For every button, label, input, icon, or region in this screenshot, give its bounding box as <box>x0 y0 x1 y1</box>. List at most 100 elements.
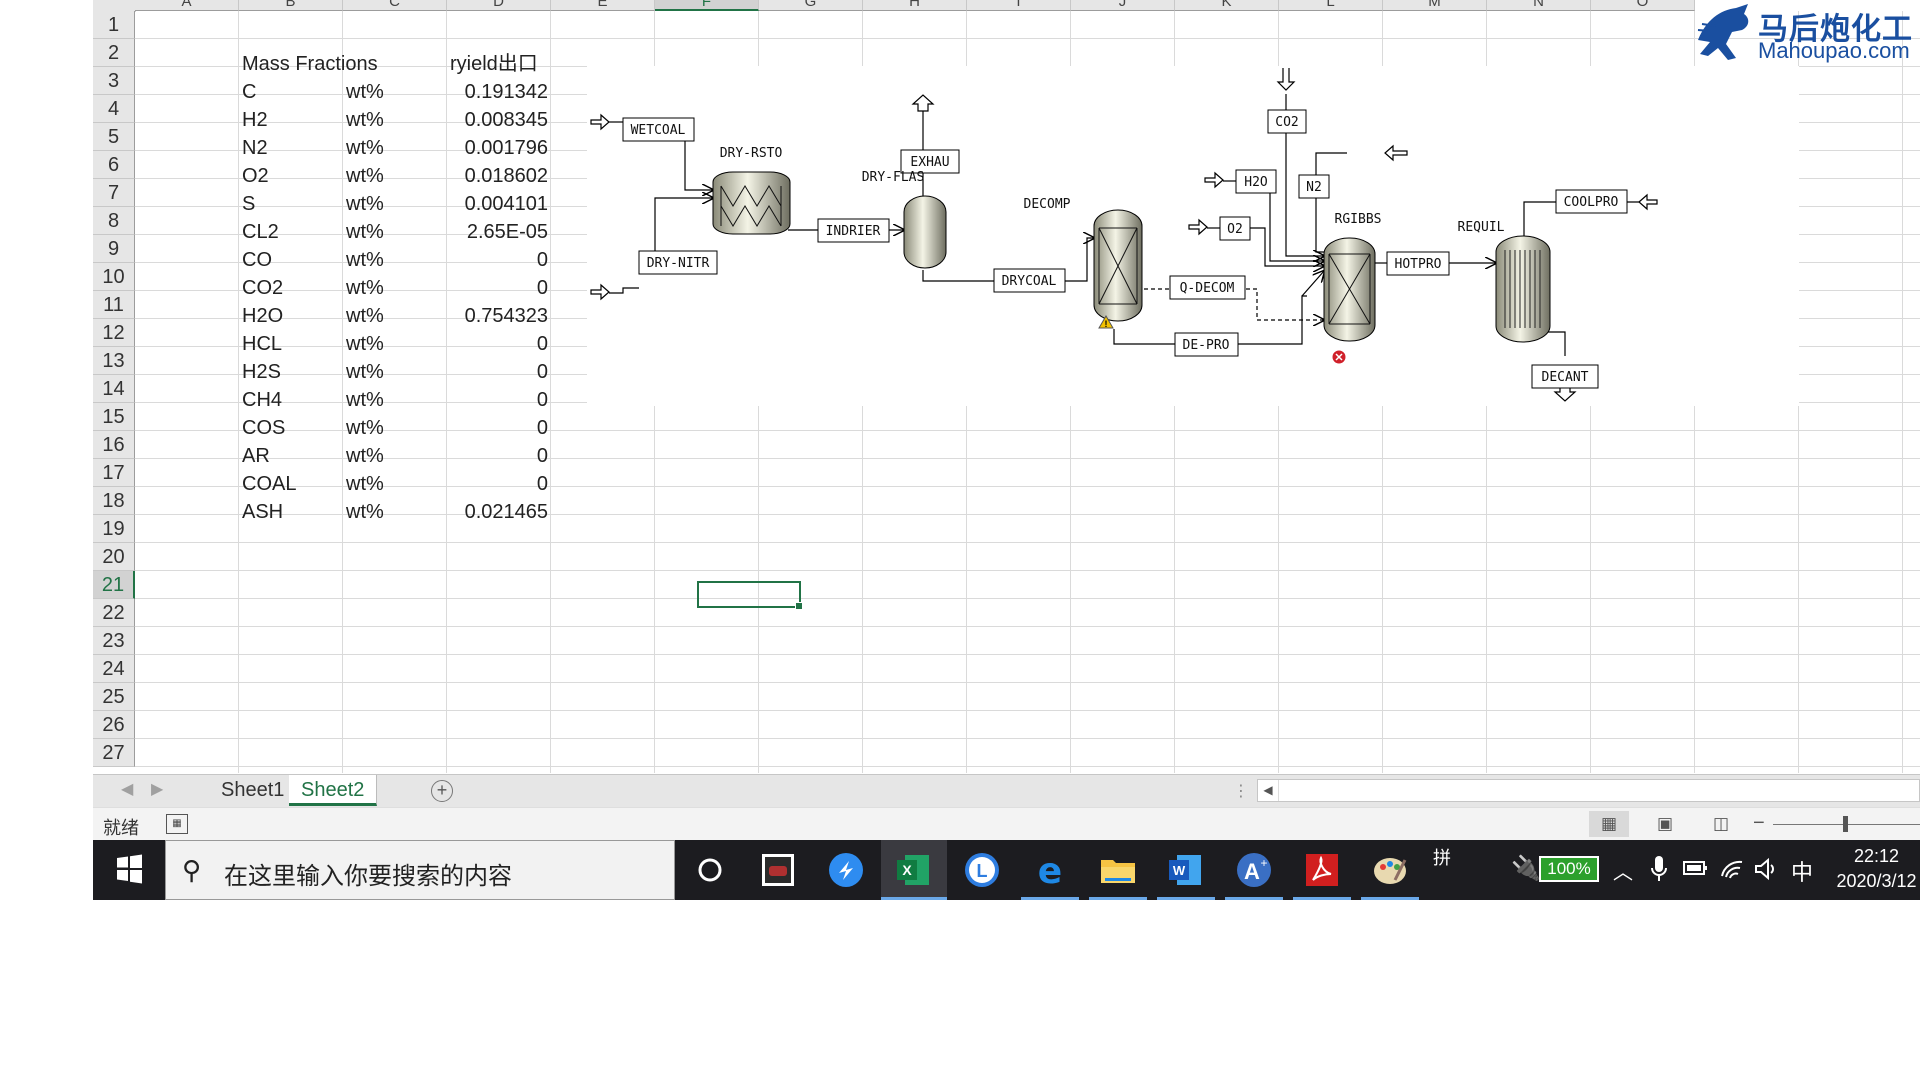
row-header-15[interactable]: 15 <box>93 403 135 431</box>
row-header-24[interactable]: 24 <box>93 655 135 683</box>
unit-cell[interactable]: wt% <box>346 106 446 134</box>
row-header-17[interactable]: 17 <box>93 459 135 487</box>
row-header-7[interactable]: 7 <box>93 179 135 207</box>
block-decomp[interactable]: DECOMP ! <box>1024 197 1143 329</box>
mass-fraction-value-cell[interactable]: 2.65E-05 <box>450 218 548 246</box>
worksheet[interactable]: ABCDEFGHIJKLMNO 1 2 3 4 5 6 7 8 9 10 11 12 13 14 15 16 1… <box>93 0 1920 773</box>
normal-view-icon[interactable]: ▦ <box>1589 811 1629 837</box>
column-header-i[interactable]: I <box>967 0 1071 11</box>
row-header-14[interactable]: 14 <box>93 375 135 403</box>
active-cell-f21[interactable] <box>697 581 803 610</box>
acrobat-icon[interactable] <box>1289 840 1355 900</box>
unit-cell[interactable]: wt% <box>346 414 446 442</box>
taskbar-clock[interactable]: 22:12 2020/3/12 <box>1833 844 1920 894</box>
mass-fraction-value-cell[interactable]: 0.001796 <box>450 134 548 162</box>
component-cell[interactable]: S <box>242 190 342 218</box>
column-header-k[interactable]: K <box>1175 0 1279 11</box>
component-cell[interactable]: H2S <box>242 358 342 386</box>
prev-sheet-icon[interactable]: ◀ <box>121 779 133 799</box>
taskbar-search-box[interactable]: ⚲ 在这里输入你要搜索的内容 <box>165 840 675 900</box>
row-header-12[interactable]: 12 <box>93 319 135 347</box>
row-header-11[interactable]: 11 <box>93 291 135 319</box>
cortana-icon[interactable] <box>677 840 743 900</box>
chevron-up-icon[interactable]: ︿ <box>1613 856 1633 900</box>
row-header-22[interactable]: 22 <box>93 599 135 627</box>
edge-icon[interactable]: e <box>1017 840 1083 900</box>
column-header-o[interactable]: O <box>1591 0 1695 11</box>
mass-fraction-value-cell[interactable]: 0 <box>450 414 548 442</box>
column-header-n[interactable]: N <box>1487 0 1591 11</box>
zoom-out-icon[interactable]: − <box>1753 812 1765 835</box>
row-header-3[interactable]: 3 <box>93 67 135 95</box>
power-plug-icon[interactable]: 🔌 <box>1511 854 1541 900</box>
column-header-e[interactable]: E <box>551 0 655 11</box>
component-cell[interactable]: H2O <box>242 302 342 330</box>
row-header-2[interactable]: 2 <box>93 39 135 67</box>
block-dry-rsto[interactable]: DRY-RSTO <box>712 146 791 235</box>
mass-fraction-value-cell[interactable]: 0.008345 <box>450 106 548 134</box>
column-header-j[interactable]: J <box>1071 0 1175 11</box>
block-requil[interactable]: REQUIL <box>1458 220 1551 343</box>
unit-cell[interactable]: wt% <box>346 274 446 302</box>
unit-cell[interactable]: wt% <box>346 78 446 106</box>
row-header-19[interactable]: 19 <box>93 515 135 543</box>
component-cell[interactable]: O2 <box>242 162 342 190</box>
component-cell[interactable]: CH4 <box>242 386 342 414</box>
mass-fraction-value-cell[interactable]: 0.191342 <box>450 78 548 106</box>
component-cell[interactable]: AR <box>242 442 342 470</box>
unit-cell[interactable]: wt% <box>346 162 446 190</box>
row-header-4[interactable]: 4 <box>93 95 135 123</box>
row-header-8[interactable]: 8 <box>93 207 135 235</box>
wifi-icon[interactable] <box>1719 856 1745 900</box>
unit-cell[interactable]: wt% <box>346 218 446 246</box>
column-header-l[interactable]: L <box>1279 0 1383 11</box>
page-break-preview-icon[interactable]: ◫ <box>1701 811 1741 837</box>
next-sheet-icon[interactable]: ▶ <box>151 779 163 799</box>
battery-icon[interactable] <box>1683 858 1709 900</box>
mass-fraction-value-cell[interactable]: 0 <box>450 470 548 498</box>
unit-cell[interactable]: wt% <box>346 302 446 330</box>
component-cell[interactable]: N2 <box>242 134 342 162</box>
component-cell[interactable]: CL2 <box>242 218 342 246</box>
feishu-icon[interactable] <box>813 840 879 900</box>
unit-cell[interactable]: wt% <box>346 386 446 414</box>
mass-fraction-value-cell[interactable]: 0.754323 <box>450 302 548 330</box>
windows-start-icon[interactable] <box>93 840 165 900</box>
column-header-f[interactable]: F <box>655 0 759 11</box>
row-header-1[interactable]: 1 <box>93 11 135 39</box>
zoom-slider-knob[interactable] <box>1843 816 1848 832</box>
column-header-d[interactable]: D <box>447 0 551 11</box>
aspen-plus-icon[interactable]: A + <box>1221 840 1287 900</box>
aspen-flowsheet-picture[interactable]: WETCOAL DRY-NITR INDRIER EXHAU DRYCOAL Q… <box>587 66 1799 406</box>
component-cell[interactable]: CO <box>242 246 342 274</box>
media-app-icon[interactable] <box>745 840 811 900</box>
horizontal-scrollbar[interactable]: ◀ <box>1257 779 1920 802</box>
unit-cell[interactable]: wt% <box>346 442 446 470</box>
word-icon[interactable]: W <box>1153 840 1219 900</box>
row-header-18[interactable]: 18 <box>93 487 135 515</box>
speaker-icon[interactable] <box>1753 856 1779 900</box>
unit-cell[interactable]: wt% <box>346 134 446 162</box>
mass-fraction-value-cell[interactable]: 0 <box>450 386 548 414</box>
mass-fraction-value-cell[interactable]: 0.021465 <box>450 498 548 526</box>
row-header-9[interactable]: 9 <box>93 235 135 263</box>
mass-fraction-value-cell[interactable]: 0 <box>450 330 548 358</box>
mass-fraction-value-cell[interactable]: 0 <box>450 442 548 470</box>
unit-cell[interactable]: wt% <box>346 246 446 274</box>
column-header-c[interactable]: C <box>343 0 447 11</box>
column-header-g[interactable]: G <box>759 0 863 11</box>
column-header-a[interactable]: A <box>135 0 239 11</box>
component-cell[interactable]: COS <box>242 414 342 442</box>
battery-indicator[interactable]: 100% <box>1539 856 1599 882</box>
row-header-23[interactable]: 23 <box>93 627 135 655</box>
mass-fraction-value-cell[interactable]: 0.018602 <box>450 162 548 190</box>
l-app-icon[interactable]: L <box>949 840 1015 900</box>
column-header-m[interactable]: M <box>1383 0 1487 11</box>
row-header-10[interactable]: 10 <box>93 263 135 291</box>
component-cell[interactable]: ASH <box>242 498 342 526</box>
row-header-20[interactable]: 20 <box>93 543 135 571</box>
paint-icon[interactable] <box>1357 840 1423 900</box>
unit-cell[interactable]: wt% <box>346 498 446 526</box>
mass-fraction-value-cell[interactable]: 0.004101 <box>450 190 548 218</box>
component-cell[interactable]: COAL <box>242 470 342 498</box>
